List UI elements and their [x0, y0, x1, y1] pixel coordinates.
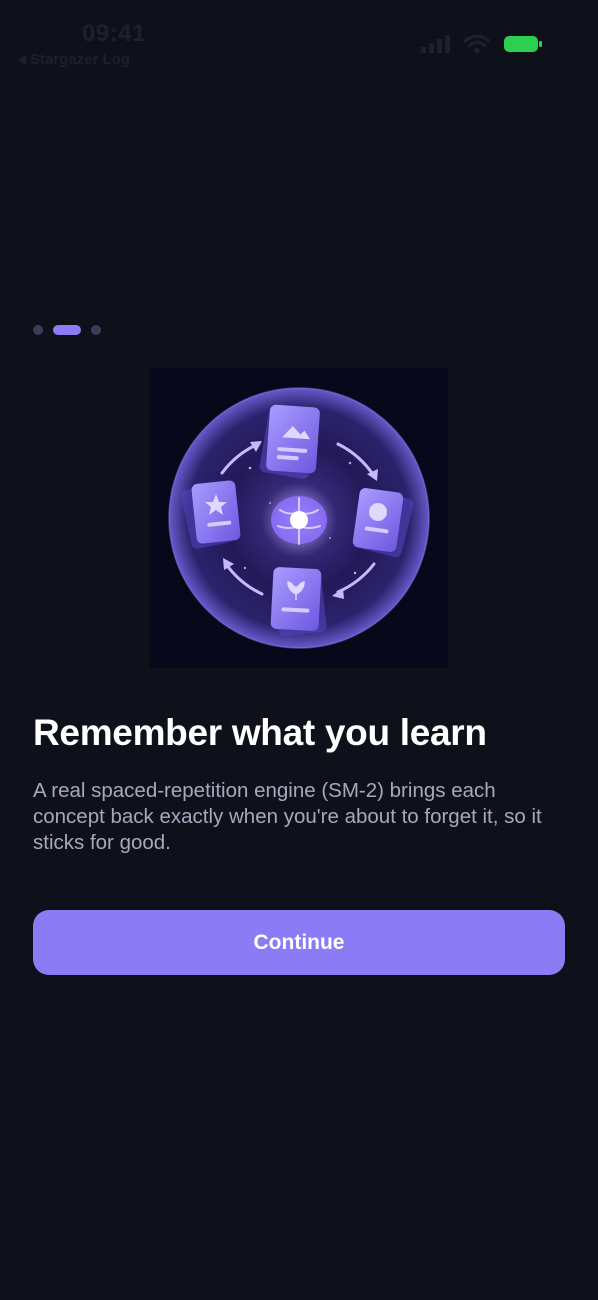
battery-icon: [504, 36, 542, 52]
status-time: 09:41: [82, 20, 146, 47]
back-app-label: Stargazer Log: [30, 51, 131, 68]
back-arrow-icon: [18, 54, 26, 65]
page-dot: [91, 325, 101, 335]
onboarding-description: A real spaced-repetition engine (SM-2) b…: [33, 779, 542, 854]
signal-icon: [421, 35, 450, 53]
page-indicator: [33, 325, 101, 335]
page-dot-active: [53, 325, 81, 335]
status-indicators: [421, 34, 542, 54]
onboarding-title: Remember what you learn: [33, 712, 487, 753]
wifi-icon: [464, 34, 490, 54]
back-to-app-button[interactable]: Stargazer Log: [18, 51, 130, 68]
status-bar: 09:41 Stargazer Log: [0, 0, 598, 80]
continue-button[interactable]: Continue: [33, 910, 565, 975]
brain-flashcards-cycle-illustration: [150, 368, 448, 668]
page-dot: [33, 325, 43, 335]
